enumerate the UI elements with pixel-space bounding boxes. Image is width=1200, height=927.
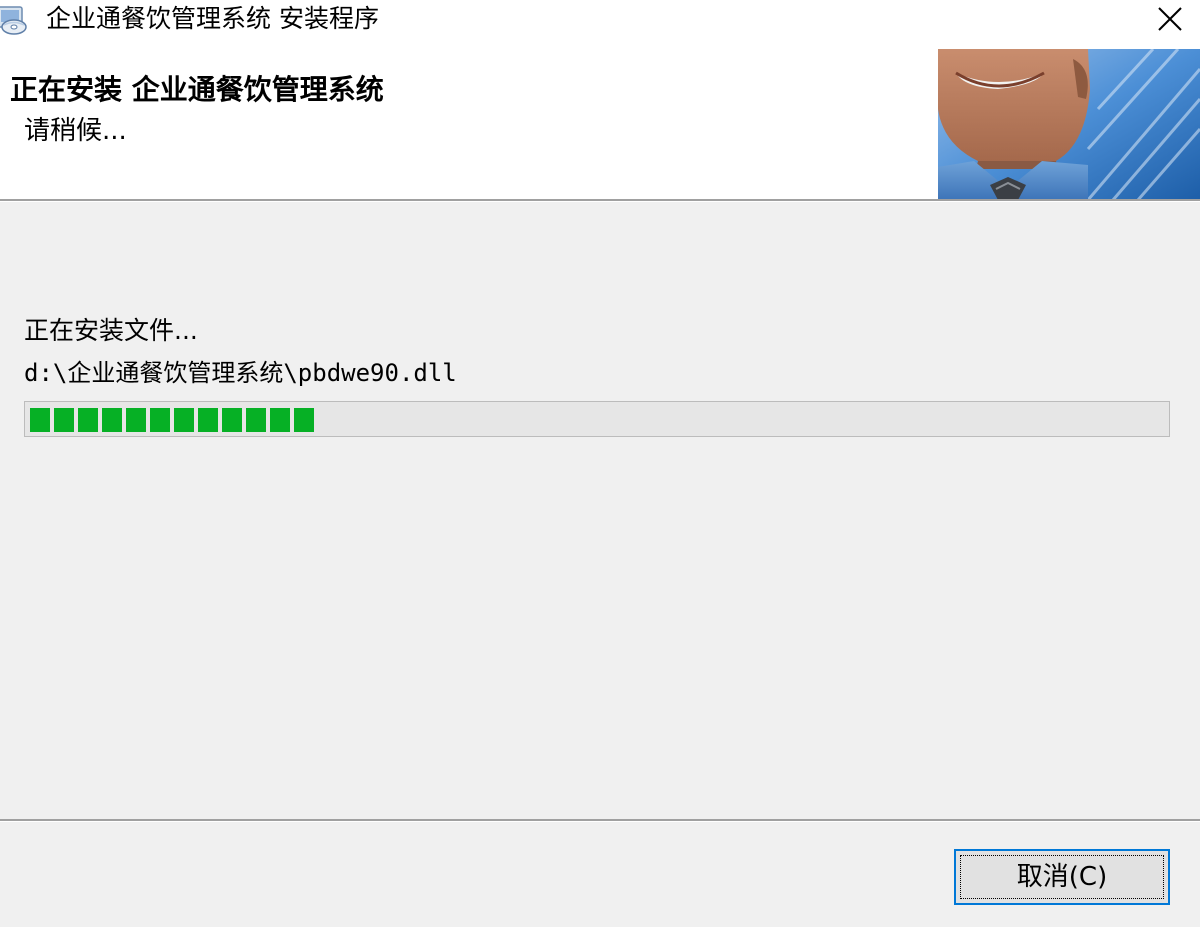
- close-button[interactable]: [1140, 0, 1200, 38]
- close-icon: [1157, 6, 1183, 32]
- install-status-text: 正在安装文件...: [24, 316, 198, 345]
- cancel-button-label: 取消(C): [1016, 862, 1108, 892]
- current-file-path: d:\企业通餐饮管理系统\pbdwe90.dll: [24, 359, 457, 387]
- banner-image: [938, 49, 1200, 200]
- title-bar[interactable]: 企业通餐饮管理系统 安装程序: [0, 0, 1200, 40]
- progress-fill: [30, 408, 314, 432]
- window-title: 企业通餐饮管理系统 安装程序: [46, 4, 379, 33]
- installer-disc-icon: [0, 4, 30, 36]
- footer-divider: [0, 819, 1200, 822]
- installer-window: 企业通餐饮管理系统 安装程序 正在安装 企业通餐饮管理系统 请稍候... 正在安…: [0, 0, 1200, 927]
- page-title: 正在安装 企业通餐饮管理系统: [10, 73, 384, 106]
- header-divider: [0, 199, 1200, 202]
- install-progress-bar: [24, 401, 1170, 437]
- cancel-button[interactable]: 取消(C): [954, 849, 1170, 905]
- page-subtitle: 请稍候...: [24, 116, 127, 146]
